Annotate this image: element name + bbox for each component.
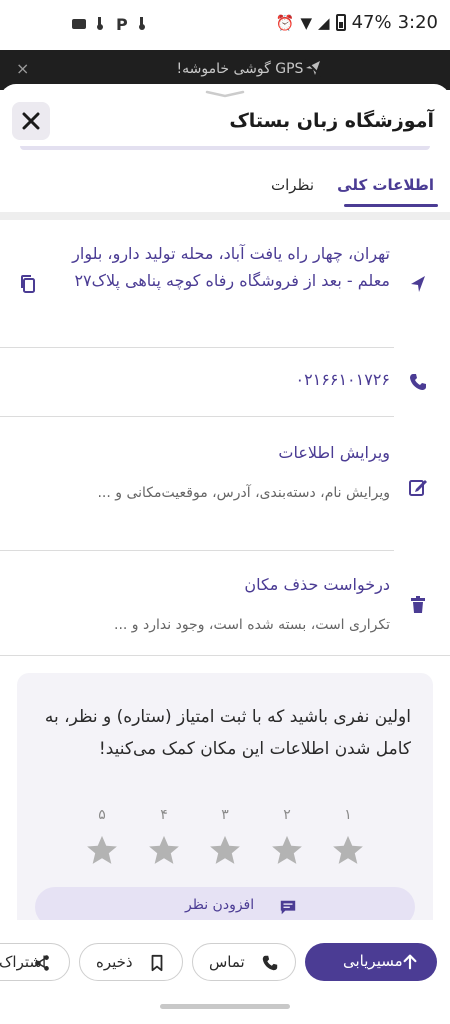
edit-icon (409, 480, 427, 496)
bookmark-icon (151, 954, 163, 972)
signal-icon: ◢ (318, 13, 330, 32)
navigate-label: مسیریابی (343, 952, 403, 970)
delete-place-row[interactable]: درخواست حذف مکان تکراری است، بسته شده اس… (0, 551, 450, 655)
save-label: ذخیره (96, 953, 133, 971)
trash-icon (411, 596, 425, 613)
star-number: ۱ (344, 807, 352, 823)
gps-off-icon (303, 58, 323, 83)
clock: 3:20 (397, 12, 438, 33)
share-button[interactable]: اشتراک (0, 943, 70, 981)
tab-general-info[interactable]: اطلاعات کلی (337, 176, 434, 194)
active-tab-indicator (344, 204, 438, 207)
sheet-drag-handle[interactable] (205, 90, 245, 98)
address-row[interactable]: تهران، چهار راه یافت آباد، محله تولید دا… (0, 240, 450, 348)
star-number: ۲ (283, 807, 291, 823)
svg-text:P: P (116, 15, 134, 34)
edit-info-subtitle: ویرایش نام، دسته‌بندی، آدرس، موقعیت‌مکان… (97, 485, 390, 501)
close-sheet-button[interactable] (12, 102, 50, 140)
phone-number: ۰۲۱۶۶۱۰۱۷۲۶ (295, 370, 390, 389)
phone-icon (410, 374, 426, 390)
star-number: ۵ (98, 807, 106, 823)
delete-place-title: درخواست حذف مکان (244, 575, 390, 594)
status-right: ⏰ ▼ ◢ 47% 3:20 (276, 12, 438, 33)
phone-icon (262, 955, 278, 971)
star-icon[interactable] (85, 833, 119, 867)
star-icon[interactable] (147, 833, 181, 867)
alarm-icon: ⏰ (275, 13, 295, 32)
edit-info-title: ویرایش اطلاعات (278, 443, 390, 462)
star-number: ۴ (160, 807, 168, 823)
header-shadow (20, 146, 430, 150)
tab-reviews[interactable]: نظرات (271, 176, 314, 194)
star-number: ۳ (221, 807, 229, 823)
navigation-arrow-icon (411, 276, 425, 292)
save-button[interactable]: ذخیره (79, 943, 183, 981)
status-bar: P ⏰ ▼ ◢ 47% 3:20 (0, 0, 450, 50)
arrow-up-icon (403, 954, 417, 970)
close-icon (22, 112, 40, 130)
section-divider (0, 212, 450, 220)
call-label: تماس (209, 953, 245, 971)
star-icon[interactable] (270, 833, 304, 867)
bottom-action-bar: مسیریابی تماس ذخیره اشتراک (0, 920, 450, 1024)
rating-card: اولین نفری باشید که با ثبت امتیاز (ستاره… (17, 673, 433, 953)
address-text: تهران، چهار راه یافت آباد، محله تولید دا… (72, 244, 390, 290)
edit-info-row[interactable]: ویرایش اطلاعات ویرایش نام، دسته‌بندی، آد… (0, 417, 450, 550)
wifi-icon: ▼ (300, 13, 313, 32)
star-icon[interactable] (208, 833, 242, 867)
star-icon[interactable] (331, 833, 365, 867)
tab-bar: اطلاعات کلی نظرات (0, 168, 450, 212)
comment-icon (280, 900, 296, 915)
share-icon (35, 955, 49, 971)
phone-row[interactable]: ۰۲۱۶۶۱۰۱۷۲۶ (0, 348, 450, 416)
notification-icons: P (72, 14, 162, 38)
battery-percent: 47% (351, 12, 392, 33)
sheet-header: آموزشگاه زبان بستاک (0, 98, 450, 146)
navigate-button[interactable]: مسیریابی (305, 943, 437, 981)
copy-icon[interactable] (18, 274, 38, 294)
place-title: آموزشگاه زبان بستاک (229, 110, 434, 132)
delete-place-subtitle: تکراری است، بسته شده است، وجود ندارد و .… (114, 617, 390, 633)
screen: P ⏰ ▼ ◢ 47% 3:20 × GPS گوشی خاموشه! آموز… (0, 0, 450, 1024)
row-divider (0, 655, 450, 656)
rating-prompt: اولین نفری باشید که با ثبت امتیاز (ستاره… (44, 707, 411, 759)
gps-banner-close-button[interactable]: × (16, 59, 29, 78)
battery-icon (335, 14, 346, 31)
place-details-sheet: آموزشگاه زبان بستاک اطلاعات کلی نظرات ته… (0, 84, 450, 1024)
system-gesture-bar[interactable] (160, 1004, 290, 1009)
add-review-label: افزودن نظر (185, 897, 255, 913)
call-button[interactable]: تماس (192, 943, 296, 981)
notification-icons-graphic: P (72, 15, 145, 34)
